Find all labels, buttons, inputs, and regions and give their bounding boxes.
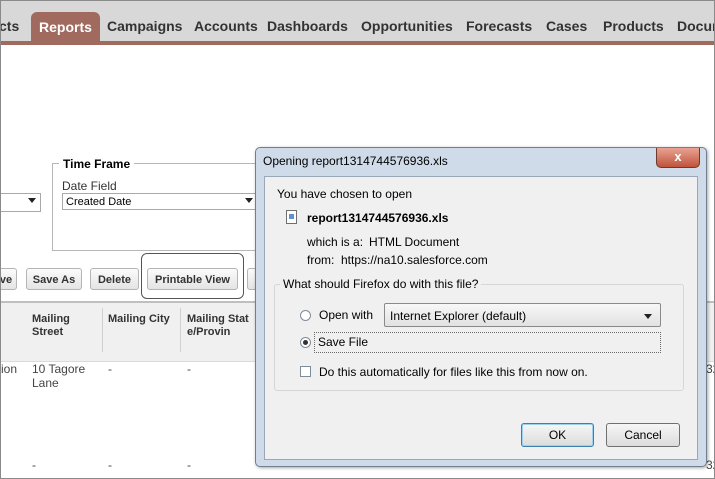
tab-cases[interactable]: Cases	[546, 11, 587, 41]
ok-button[interactable]: OK	[521, 423, 594, 447]
file-source-label: from:	[307, 253, 335, 267]
save-file-radio[interactable]	[300, 337, 311, 348]
auto-label[interactable]: Do this automatically for files like thi…	[319, 365, 588, 379]
close-icon: x	[674, 149, 682, 164]
table-cell: -	[32, 458, 36, 472]
table-cell: 10 Tagore Lane	[32, 362, 86, 390]
tab-contacts[interactable]: cts	[1, 11, 19, 41]
tab-underline	[1, 41, 714, 45]
left-filter-select[interactable]	[1, 193, 41, 212]
column-header-mailing-street[interactable]: Mailing Street	[32, 313, 92, 339]
browser-viewport: cts Reports Campaigns Accounts Dashboard…	[0, 0, 715, 479]
file-source-value: https://na10.salesforce.com	[341, 253, 488, 267]
save-as-button[interactable]: Save As	[26, 268, 82, 290]
column-header-mailing-state[interactable]: Mailing State/Provin	[187, 313, 249, 339]
close-button[interactable]: x	[656, 148, 700, 168]
table-cell: ion	[1, 362, 18, 376]
tab-documents[interactable]: Docum	[677, 11, 714, 41]
time-frame-legend: Time Frame	[59, 157, 135, 171]
tab-products[interactable]: Products	[603, 11, 664, 41]
date-field-label: Date Field	[62, 179, 117, 193]
delete-button[interactable]: Delete	[90, 268, 139, 290]
date-field-value: Created Date	[66, 196, 132, 208]
cancel-button[interactable]: Cancel	[606, 423, 680, 447]
app-tab-bar: cts Reports Campaigns Accounts Dashboard…	[1, 1, 714, 42]
tab-reports[interactable]: Reports	[31, 12, 100, 42]
column-divider	[102, 308, 103, 352]
file-name: report1314744576936.xls	[307, 211, 449, 225]
save-button[interactable]: ve	[1, 268, 17, 290]
table-cell: -	[187, 458, 191, 472]
save-file-label[interactable]: Save File	[318, 335, 368, 349]
file-type-label: which is a:	[307, 235, 364, 249]
tab-forecasts[interactable]: Forecasts	[466, 11, 532, 41]
table-cell: -	[108, 362, 112, 376]
file-icon	[286, 210, 297, 224]
open-with-label[interactable]: Open with	[319, 308, 373, 322]
printable-view-button[interactable]: Printable View	[147, 268, 238, 290]
table-cell: 32	[706, 362, 714, 376]
column-header-mailing-city[interactable]: Mailing City	[108, 313, 178, 326]
dialog-title: Opening report1314744576936.xls	[263, 154, 448, 168]
open-with-app-value: Internet Explorer (default)	[390, 309, 527, 323]
file-type-value: HTML Document	[369, 235, 460, 249]
date-field-select[interactable]: Created Date	[62, 193, 258, 210]
tab-dashboards[interactable]: Dashboards	[267, 11, 348, 41]
tab-campaigns[interactable]: Campaigns	[107, 11, 182, 41]
tab-opportunities[interactable]: Opportunities	[361, 11, 453, 41]
column-divider	[180, 308, 181, 352]
chevron-down-icon	[28, 198, 36, 203]
tab-accounts[interactable]: Accounts	[194, 11, 258, 41]
table-cell: -	[187, 362, 191, 376]
table-cell: -	[108, 458, 112, 472]
auto-checkbox[interactable]	[300, 366, 311, 377]
open-with-app-select[interactable]: Internet Explorer (default)	[384, 303, 661, 327]
table-cell: 32	[706, 458, 714, 472]
chevron-down-icon	[245, 198, 253, 203]
dialog-intro: You have chosen to open	[277, 187, 413, 201]
chevron-down-icon	[644, 314, 652, 319]
open-with-radio[interactable]	[300, 310, 311, 321]
action-question: What should Firefox do with this file?	[280, 277, 482, 291]
